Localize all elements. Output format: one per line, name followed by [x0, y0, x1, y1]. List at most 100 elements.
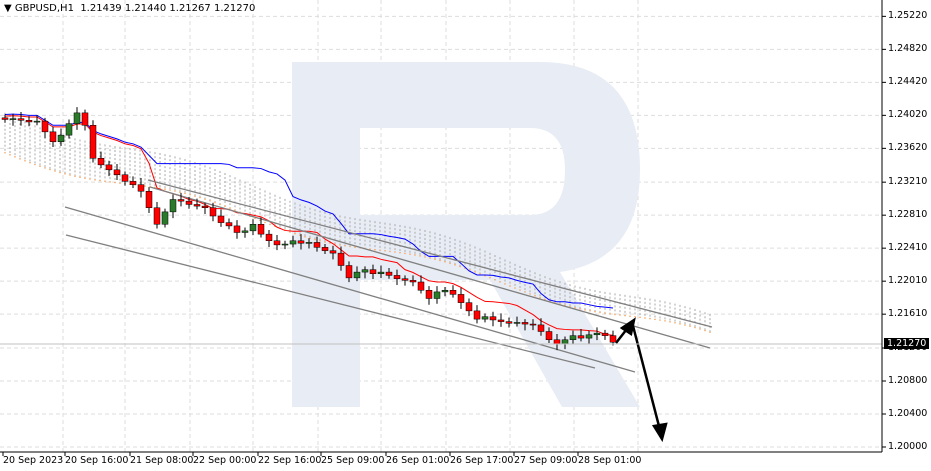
span-b-dot: [504, 283, 506, 285]
bull-candle: [514, 322, 520, 323]
bear-candle: [498, 320, 504, 322]
span-b-dot: [184, 193, 186, 195]
watermark-logo: [292, 62, 640, 407]
bear-candle: [538, 325, 544, 332]
span-b-dot: [9, 154, 11, 156]
span-b-dot: [694, 327, 696, 329]
span-b-dot: [699, 328, 701, 330]
span-b-dot: [539, 297, 541, 299]
price-tick-label: 1.20400: [888, 408, 927, 419]
span-b-dot: [79, 176, 81, 178]
time-tick-label: 26 Sep 17:00: [450, 455, 513, 466]
span-b-dot: [509, 285, 511, 287]
bull-candle: [594, 333, 600, 335]
span-b-dot: [104, 180, 106, 182]
bear-candle: [42, 121, 48, 132]
bear-candle: [178, 200, 184, 202]
span-b-dot: [264, 222, 266, 224]
bear-candle: [322, 247, 328, 250]
bear-candle: [490, 317, 496, 320]
span-b-dot: [674, 322, 676, 324]
price-chart[interactable]: [0, 0, 931, 471]
span-b-dot: [304, 236, 306, 238]
span-b-dot: [319, 240, 321, 242]
bear-candle: [394, 275, 400, 278]
span-b-dot: [409, 253, 411, 255]
span-b-dot: [459, 266, 461, 268]
bear-candle: [402, 279, 408, 281]
span-b-dot: [179, 191, 181, 193]
dropdown-triangle-icon[interactable]: ▼: [4, 3, 15, 14]
span-b-dot: [49, 169, 51, 171]
span-b-dot: [94, 179, 96, 181]
span-b-dot: [169, 189, 171, 191]
bear-candle: [210, 208, 216, 216]
span-b-dot: [609, 313, 611, 315]
span-b-dot: [649, 318, 651, 320]
bear-candle: [466, 303, 472, 311]
span-b-dot: [444, 261, 446, 263]
bear-candle: [298, 241, 304, 243]
bear-candle: [458, 294, 464, 302]
span-b-dot: [379, 249, 381, 251]
span-b-dot: [39, 165, 41, 167]
low-value: 1.21267: [169, 3, 210, 14]
span-b-dot: [224, 205, 226, 207]
span-b-dot: [344, 245, 346, 247]
span-b-dot: [44, 167, 46, 169]
span-b-dot: [269, 224, 271, 226]
bull-candle: [442, 290, 448, 292]
span-b-dot: [164, 188, 166, 190]
bull-candle: [10, 119, 16, 120]
bear-candle: [234, 226, 240, 233]
span-b-dot: [449, 262, 451, 264]
bull-candle: [482, 317, 488, 319]
bull-candle: [34, 121, 40, 122]
bear-candle: [106, 165, 112, 170]
span-b-dot: [584, 309, 586, 311]
span-b-dot: [529, 293, 531, 295]
current-price-badge: 1.21270: [884, 338, 929, 349]
bear-candle: [314, 242, 320, 247]
bear-candle: [274, 241, 280, 245]
span-b-dot: [704, 330, 706, 332]
span-b-dot: [424, 256, 426, 258]
span-b-dot: [54, 170, 56, 172]
price-tick-label: 1.24820: [888, 43, 927, 54]
span-b-dot: [174, 190, 176, 192]
price-tick-label: 1.22010: [888, 275, 927, 286]
span-b-dot: [514, 287, 516, 289]
span-b-dot: [594, 311, 596, 313]
span-b-dot: [349, 246, 351, 248]
price-tick-label: 1.24020: [888, 109, 927, 120]
high-value: 1.21440: [125, 3, 166, 14]
price-tick-label: 1.21610: [888, 308, 927, 319]
price-tick-label: 1.20800: [888, 375, 927, 386]
span-b-dot: [199, 197, 201, 199]
bear-candle: [530, 324, 536, 325]
bear-candle: [554, 340, 560, 344]
span-b-dot: [639, 317, 641, 319]
span-b-dot: [684, 324, 686, 326]
span-b-dot: [99, 180, 101, 182]
span-b-dot: [394, 251, 396, 253]
span-b-dot: [24, 160, 26, 162]
span-b-dot: [644, 317, 646, 319]
bear-candle: [18, 119, 24, 121]
bull-candle: [66, 124, 72, 136]
bull-candle: [562, 340, 568, 344]
time-tick-label: 22 Sep 16:00: [258, 455, 321, 466]
span-b-dot: [654, 318, 656, 320]
span-b-dot: [69, 174, 71, 176]
time-tick-label: 22 Sep 00:00: [193, 455, 256, 466]
price-tick-label: 1.22410: [888, 242, 927, 253]
span-b-dot: [434, 258, 436, 260]
span-b-dot: [604, 312, 606, 314]
span-b-dot: [574, 307, 576, 309]
bear-candle: [202, 206, 208, 208]
bear-candle: [418, 282, 424, 290]
time-tick-label: 27 Sep 09:00: [514, 455, 577, 466]
bear-candle: [26, 120, 32, 122]
bull-candle: [290, 241, 296, 244]
bear-candle: [138, 185, 144, 192]
